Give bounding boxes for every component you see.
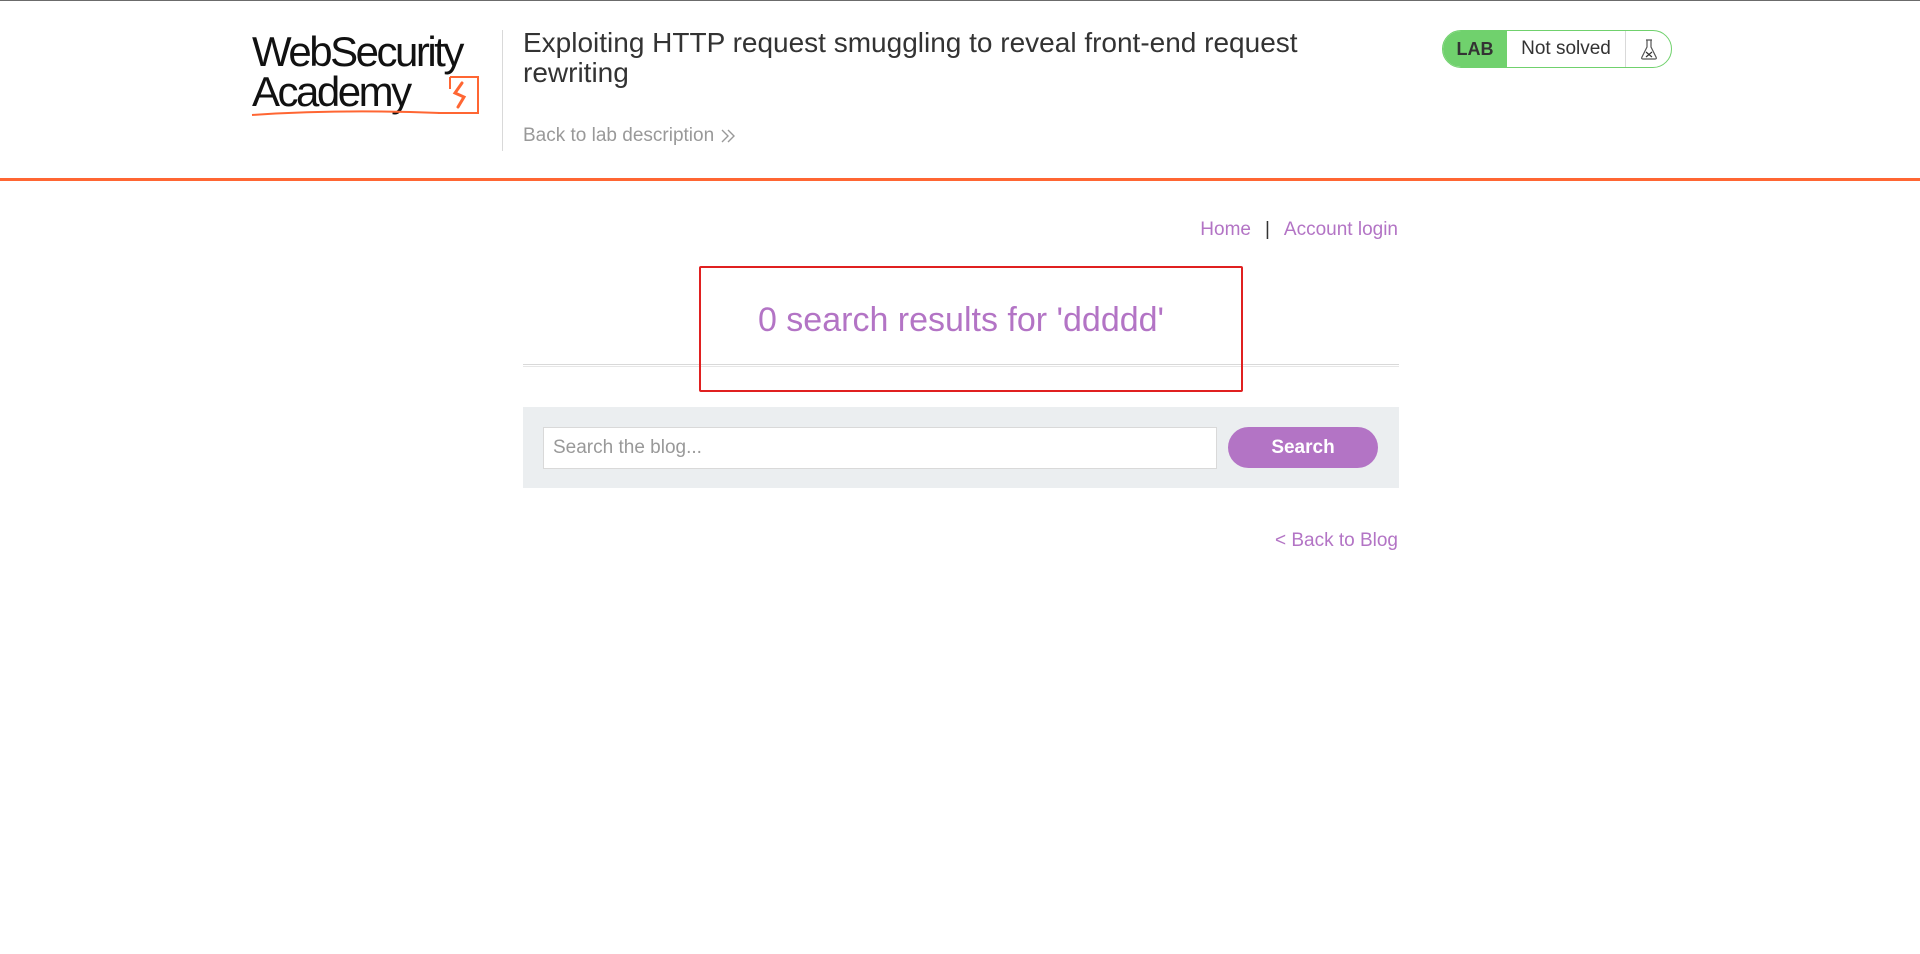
header-accent-rule [0, 178, 1920, 181]
flask-icon [1626, 31, 1671, 67]
annotation-highlight-box [699, 266, 1243, 392]
nav-separator: | [1264, 219, 1270, 240]
lab-badge: LAB [1443, 31, 1507, 67]
header-divider [502, 30, 503, 151]
home-link[interactable]: Home [1200, 219, 1251, 241]
web-security-academy-logo[interactable]: WebSecurity Academy [250, 27, 500, 121]
lab-status-text: Not solved [1507, 31, 1626, 67]
search-button[interactable]: Search [1228, 427, 1378, 468]
logo-mark-icon [251, 76, 479, 116]
blog-search-panel: Search [523, 407, 1399, 488]
top-nav: Home | Account login [1200, 219, 1398, 241]
back-to-blog-link[interactable]: < Back to Blog [1275, 530, 1398, 552]
account-login-link[interactable]: Account login [1284, 219, 1398, 241]
lab-status-widget: LAB Not solved [1442, 30, 1672, 68]
lab-header: WebSecurity Academy Exploiting HTTP requ… [0, 1, 1920, 179]
back-to-lab-description-link[interactable]: Back to lab description [523, 125, 736, 147]
search-input[interactable] [543, 427, 1217, 469]
double-chevron-right-icon [721, 129, 736, 143]
back-to-lab-label: Back to lab description [523, 125, 715, 146]
lab-title: Exploiting HTTP request smuggling to rev… [523, 27, 1298, 88]
